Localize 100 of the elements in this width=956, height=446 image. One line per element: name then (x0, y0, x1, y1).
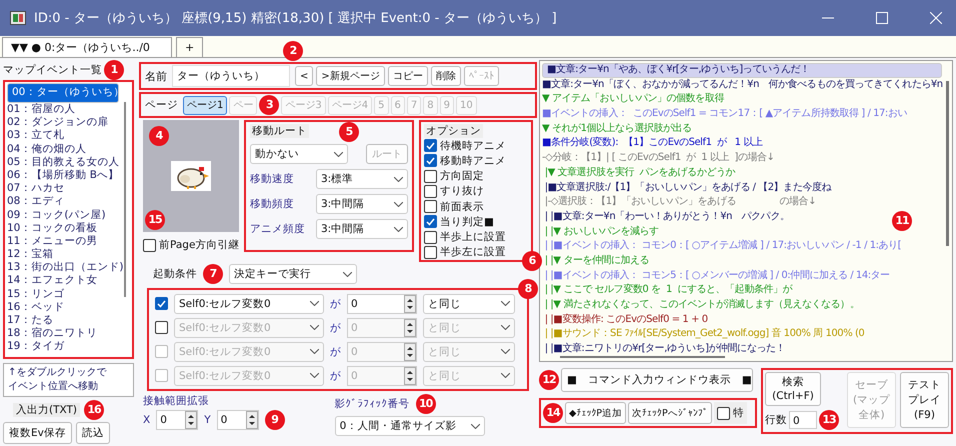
x-label: X (143, 414, 150, 426)
tab[interactable]: + (176, 37, 204, 57)
event-list-item[interactable]: 12：宝箱 (7, 248, 119, 262)
command-line[interactable]: ▼ それが1個以上なら選択肢が出る (542, 122, 692, 136)
spin-arrows-icon[interactable] (404, 366, 416, 384)
dropdown[interactable]: 決定キーで実行 (229, 264, 357, 284)
page-action-button[interactable]: >新規ページ (316, 66, 385, 86)
command-line[interactable]: ■イベントの挿入： このEvのSelf1 = コモン17：[ ▲アイテム所持数取得 ] / 17:おい (542, 107, 907, 122)
event-list-item[interactable]: 02：ダンジョンの扉 (7, 116, 119, 130)
test-play-button[interactable]: テスト プレイ (F9) (900, 372, 949, 428)
page-tab[interactable]: ページ1 (183, 96, 228, 114)
checkbox[interactable] (155, 321, 168, 334)
event-list-item[interactable]: 05：目的教える女の人 (7, 156, 119, 169)
io-button[interactable]: 読込 (76, 422, 110, 444)
event-list-item[interactable]: 01：宿屋の人 (7, 103, 119, 116)
dropdown[interactable]: 動かない (250, 144, 348, 164)
name-field[interactable]: ター（ゆういち） (172, 65, 290, 87)
checkbox[interactable] (424, 246, 437, 259)
checkbox[interactable] (424, 230, 437, 244)
command-line[interactable]: | |■変数操作: このEvのSelf0 = 1 + 0 (542, 312, 708, 328)
dropdown[interactable]: Self0:セルフ変数0 (174, 294, 324, 314)
dropdown[interactable]: 3:中間隔 (316, 219, 408, 239)
dropdown[interactable]: 3:中間隔 (316, 194, 408, 214)
checkbox[interactable] (155, 297, 168, 310)
command-line[interactable]: | |▼ 満たされなくなって、このイベントが消滅します（見えなくなる）。 (542, 298, 860, 313)
event-list-item[interactable]: 11：メニューの男 (7, 234, 119, 248)
checkbox-label: 特 (732, 406, 744, 420)
close-icon[interactable] (930, 12, 942, 24)
event-list-item[interactable]: 14：エフェクト女 (7, 274, 119, 288)
checkbox[interactable] (143, 238, 156, 252)
line-count-label: 行数 (765, 413, 787, 427)
event-list-item[interactable]: 18：宿のニワトリ (7, 327, 119, 340)
command-window-button[interactable]: ■ コマンド入力ウィンドウ表示 ■ (561, 368, 753, 392)
dropdown[interactable]: と同じ (423, 294, 515, 314)
command-line[interactable]: |▼ 文章選択肢を実行 パンをあげるかどうか (542, 166, 735, 180)
command-line[interactable]: | |■イベントの挿入： コモン0：[ ○アイテム増減 ] / 17:おいしいパン / -1 / 1:あり[ (542, 239, 902, 254)
command-line[interactable]: |■文章選択肢:/【1】「おいしいパン」をあげる / 【2】また今度ね (542, 180, 831, 196)
event-list-item[interactable]: 03：立て札 (7, 129, 119, 143)
event-list-item[interactable]: 17：たる (7, 314, 119, 328)
dropdown[interactable]: 3:標準 (316, 169, 408, 189)
spin-arrows-icon[interactable] (404, 342, 416, 360)
command-line[interactable]: | |■文章:ニワトリの¥r[ター,ゆういち]が仲間になった！ (542, 342, 785, 357)
checkpoint-jump-button[interactable]: 次ﾁｪｯｸPへｼﾞｬﾝﾌﾟ (628, 402, 712, 424)
page-action-button[interactable]: 削除 (430, 66, 461, 86)
checkbox[interactable] (424, 215, 437, 228)
chevron-down-icon (394, 226, 403, 232)
checkbox[interactable] (716, 406, 730, 420)
checkbox-label: 半歩左に設置 (440, 245, 506, 260)
dropdown[interactable]: 0：人間・通常サイズ影 (334, 416, 485, 436)
scrollbar[interactable] (946, 81, 949, 246)
command-line[interactable]: ■条件分岐(変数): 【1】このEvのSelf1 が 1 以上 (542, 136, 762, 152)
tab[interactable]: ▼▼ ● 0:ター（ゆういち../0 (2, 37, 172, 57)
spin-arrows-icon[interactable] (404, 318, 416, 336)
spin-arrows-icon[interactable] (185, 411, 198, 429)
command-line[interactable]: ▼ アイテム「おいしいパン」の個数を取得 (542, 92, 724, 108)
event-list-item[interactable]: 00：ター（ゆういち） (7, 83, 119, 103)
checkbox-label: 前Page方向引継 (159, 238, 240, 252)
event-list-item[interactable]: 08：エディ (7, 195, 119, 208)
event-list-item[interactable]: 10：コックの看板 (7, 222, 119, 235)
annotation-badge: 16 (84, 400, 104, 420)
command-line[interactable]: | |▼ ターを仲間に加える (542, 254, 650, 269)
number-field[interactable]: 0 (216, 410, 259, 430)
event-list-item[interactable]: 09：コック(パン屋) (7, 208, 119, 222)
chevron-down-icon (310, 373, 319, 378)
command-line[interactable]: | |■イベントの挿入： コモン5：[ ○メンバーの増減 ] / 0:仲間に加える / 14:ター (542, 268, 890, 284)
event-list-item[interactable]: 19：タイガ (7, 340, 119, 354)
checkpoint-add-button[interactable]: ◆ﾁｪｯｸP追加 (565, 402, 626, 424)
line-count-field[interactable]: 0 (789, 411, 817, 429)
checkbox[interactable] (424, 184, 437, 198)
event-list-item[interactable]: 04：俺の畑の人 (7, 142, 119, 156)
checkbox[interactable] (424, 154, 437, 168)
search-button[interactable]: 検索 (Ctrl+F) (765, 372, 821, 406)
io-button[interactable]: 複数Ev保存 (3, 422, 72, 444)
command-line[interactable]: ■文章:ター¥n「ぼく、おなかが減ってるんだ！¥n 何か食べるものを買ってきてくれたら¥n (542, 78, 943, 92)
hint-text: ↑をダブルクリックで イベント位置へ移動 (3, 363, 134, 397)
checkbox-label: すり抜け (440, 184, 484, 198)
event-list-item[interactable]: 07：ハカセ (7, 182, 119, 196)
event-list-item[interactable]: 16：ベッド (7, 300, 119, 314)
checkbox[interactable] (424, 200, 437, 214)
checkbox-label: 待機時アニメ (440, 138, 506, 153)
event-list-item[interactable]: 15：リンゴ (7, 288, 119, 301)
command-line[interactable]: -◇分岐：【1】| [ このEvのSelf1 が 1 以上 ]の場合↓ (542, 151, 774, 166)
page-action-button[interactable]: < (295, 66, 314, 86)
checkbox[interactable] (424, 170, 437, 183)
command-line[interactable]: | |▼ ここで セルフ変数0 を 1 にすると、「起動条件」が (542, 283, 792, 298)
checkbox[interactable] (424, 139, 437, 152)
number-field[interactable]: 0 (156, 410, 198, 430)
annotation-badge: 11 (892, 211, 912, 231)
graphic-panel[interactable]: 4 15 (143, 120, 239, 232)
scrollbar[interactable] (560, 356, 725, 358)
number-field[interactable]: 0 (347, 294, 417, 314)
scrollbar[interactable] (124, 102, 126, 297)
spin-arrows-icon[interactable] (404, 294, 416, 312)
event-list-item[interactable]: 06：【場所移動 Bへ】 (7, 168, 119, 182)
command-line[interactable]: | |■文章:ター¥n「わーい！ありがとう！¥n パクパク。 (542, 210, 790, 225)
command-line[interactable]: |-◇選択肢：【1】「おいしいパン」をあげる の場合↓ (542, 195, 816, 210)
maximize-icon[interactable] (876, 12, 888, 24)
page-action-button[interactable]: コピー (388, 66, 428, 86)
command-line[interactable]: | |▼ おいしいパンを減らす (542, 224, 659, 240)
spin-arrows-icon[interactable] (246, 411, 258, 429)
